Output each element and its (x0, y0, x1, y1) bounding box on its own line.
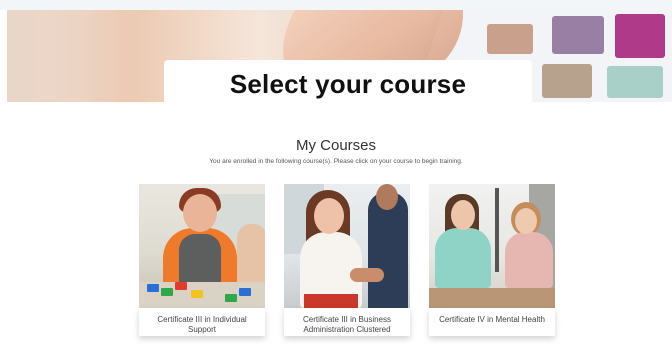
section-title: My Courses (295, 137, 377, 154)
course-card-title[interactable]: Certificate III in Individual Support (139, 308, 265, 336)
counselling-session-photo[interactable] (429, 184, 555, 308)
section-subtitle: You are enrolled in the following course… (209, 158, 463, 165)
page-title: Select your course (229, 68, 467, 99)
business-handshake-photo[interactable] (284, 184, 410, 308)
course-card-business-administration[interactable]: Certificate III in Business Administrati… (284, 184, 410, 336)
carer-with-client-photo[interactable] (139, 184, 265, 308)
top-strip (0, 0, 672, 10)
course-card-title[interactable]: Certificate IV in Mental Health (429, 308, 555, 336)
course-card-mental-health[interactable]: Certificate IV in Mental Health (429, 184, 555, 336)
course-card-title[interactable]: Certificate III in Business Administrati… (284, 308, 410, 336)
course-card-individual-support[interactable]: Certificate III in Individual Support (139, 184, 265, 336)
hero-title-card: Select your course (164, 60, 532, 108)
